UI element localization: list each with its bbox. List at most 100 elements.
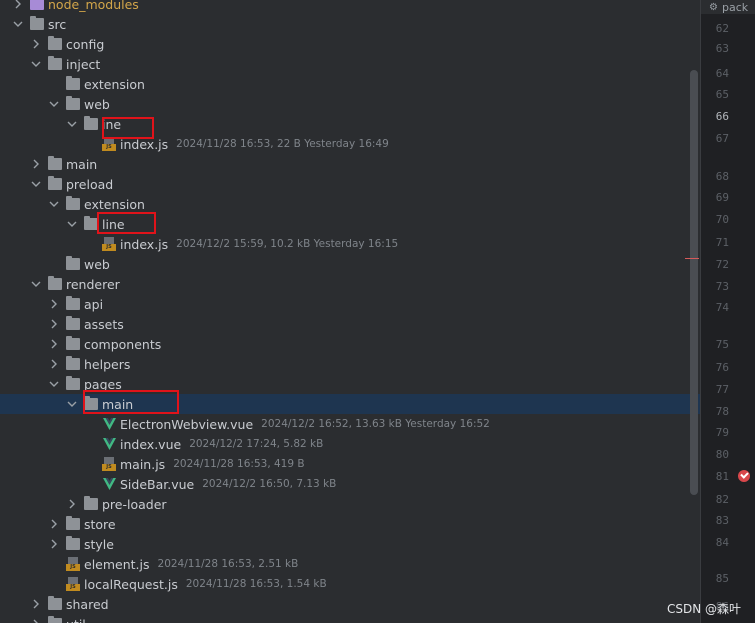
breakpoint-icon[interactable] [738,470,750,482]
tree-item-label: inject [66,56,101,72]
line-number: 75 [715,338,729,351]
tree-file-row[interactable]: JS element.js 2024/11/28 16:53, 2.51 kB [0,554,700,574]
chevron-down-icon[interactable] [30,54,42,74]
highlight-box-line [97,212,156,234]
tree-item-label: assets [84,316,124,332]
line-number: 71 [715,236,729,249]
tree-folder-row[interactable]: components [0,334,700,354]
folder-icon [66,256,80,270]
tree-folder-row[interactable]: style [0,534,700,554]
tree-file-row[interactable]: index.vue 2024/12/2 17:24, 5.82 kB [0,434,700,454]
chevron-right-icon[interactable] [48,294,60,314]
tree-folder-row[interactable]: main [0,154,700,174]
tree-scrollbar[interactable] [690,70,698,495]
tree-folder-row[interactable]: util [0,614,700,623]
folder-icon [66,316,80,330]
chevron-down-icon[interactable] [12,14,24,34]
folder-icon [48,56,62,70]
tree-folder-row[interactable]: node_modules [0,0,700,14]
tree-folder-row[interactable]: pre-loader [0,494,700,514]
line-number: 70 [715,213,729,226]
line-number: 64 [715,67,729,80]
line-number: 68 [715,170,729,183]
chevron-right-icon[interactable] [12,0,24,14]
chevron-right-icon[interactable] [66,494,78,514]
tree-item-label: shared [66,596,109,612]
chevron-right-icon[interactable] [48,314,60,334]
tree-folder-row[interactable]: web [0,254,700,274]
tree-folder-row[interactable]: src [0,14,700,34]
editor-tab[interactable]: ⚙ pack [701,0,755,14]
chevron-right-icon[interactable] [48,534,60,554]
tree-item-label: node_modules [48,0,139,12]
tree-item-label: localRequest.js [84,576,178,592]
chevron-down-icon[interactable] [30,174,42,194]
tree-item-label: SideBar.vue [120,476,195,492]
tree-folder-row[interactable]: store [0,514,700,534]
tree-file-row[interactable]: JS localRequest.js 2024/11/28 16:53, 1.54 … [0,574,700,594]
chevron-right-icon[interactable] [48,334,60,354]
chevron-right-icon[interactable] [30,594,42,614]
javascript-file-icon: JS [102,137,116,151]
tree-file-row[interactable]: JS main.js 2024/11/28 16:53, 419 B [0,454,700,474]
tree-file-row[interactable]: SideBar.vue 2024/12/2 16:50, 7.13 kB [0,474,700,494]
tree-item-label: main.js [120,456,166,472]
chevron-right-icon[interactable] [48,354,60,374]
tree-folder-row[interactable]: preload [0,174,700,194]
folder-icon [66,296,80,310]
tree-folder-row[interactable]: config [0,34,700,54]
tree-item-label: index.vue [120,436,182,452]
chevron-down-icon[interactable] [48,94,60,114]
watermark: CSDN @森叶 [667,602,742,616]
folder-icon [66,336,80,350]
folder-icon [66,356,80,370]
folder-icon [48,156,62,170]
tree-folder-row[interactable]: api [0,294,700,314]
folder-icon [48,616,62,623]
chevron-down-icon[interactable] [30,274,42,294]
chevron-right-icon[interactable] [30,154,42,174]
tree-item-label: index.js [120,236,169,252]
line-number: 82 [715,493,729,506]
tree-folder-row[interactable]: assets [0,314,700,334]
tree-item-label: web [84,96,110,112]
chevron-down-icon[interactable] [66,394,78,414]
tree-item-label: src [48,16,67,32]
folder-icon [84,496,98,510]
chevron-right-icon[interactable] [48,514,60,534]
folder-icon [48,276,62,290]
change-marker [685,258,699,259]
tree-file-row[interactable]: JS index.js 2024/12/2 15:59, 10.2 kB Yeste… [0,234,700,254]
chevron-down-icon[interactable] [66,214,78,234]
folder-icon [48,36,62,50]
tree-item-label: pre-loader [102,496,167,512]
tree-item-label: main [66,156,98,172]
tree-item-label: ElectronWebview.vue [120,416,254,432]
javascript-file-icon: JS [66,557,80,571]
folder-icon [30,16,44,30]
chevron-down-icon[interactable] [66,114,78,134]
project-tree[interactable]: util shared JS localRequest.js 2024/11/28 16… [0,0,700,623]
line-number: 67 [715,132,729,145]
chevron-right-icon[interactable] [30,614,42,623]
tree-folder-row[interactable]: extension [0,74,700,94]
chevron-right-icon[interactable] [30,34,42,54]
tree-folder-row[interactable]: shared [0,594,700,614]
tree-file-row[interactable]: ElectronWebview.vue 2024/12/2 16:52, 13.6… [0,414,700,434]
tree-folder-row[interactable]: web [0,94,700,114]
chevron-down-icon[interactable] [48,194,60,214]
tree-folder-row[interactable]: inject [0,54,700,74]
tree-folder-row[interactable]: extension [0,194,700,214]
chevron-down-icon[interactable] [48,374,60,394]
tree-folder-row[interactable]: helpers [0,354,700,374]
tree-item-label: element.js [84,556,150,572]
tree-folder-row[interactable]: renderer [0,274,700,294]
javascript-file-icon: JS [66,577,80,591]
folder-icon [66,96,80,110]
tree-item-label: extension [84,196,145,212]
